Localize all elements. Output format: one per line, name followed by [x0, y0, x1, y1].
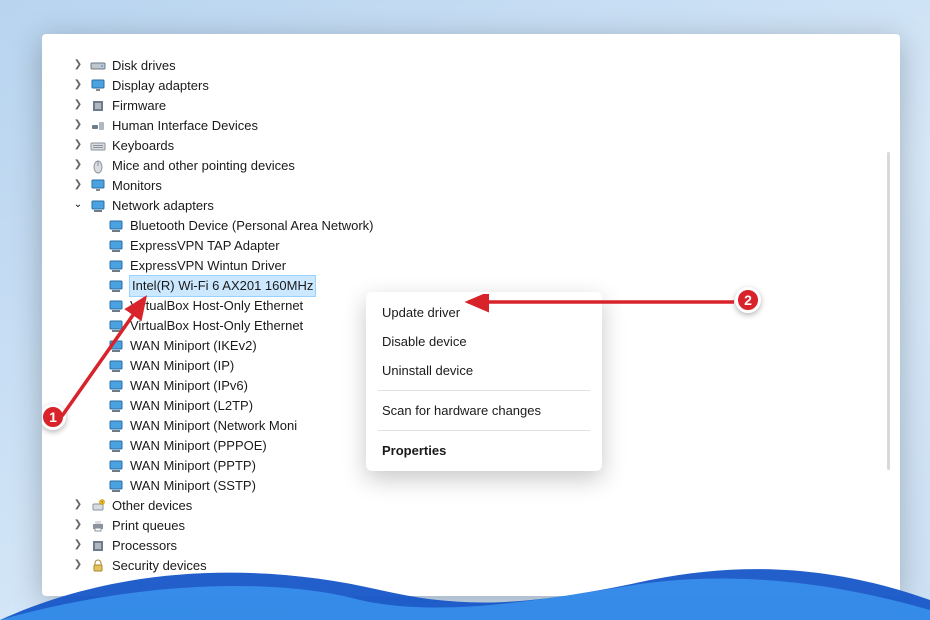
network-adapter-icon — [108, 478, 124, 494]
context-menu-separator — [378, 390, 590, 391]
tree-item-label: WAN Miniport (Network Moni — [130, 416, 297, 436]
print-icon — [90, 518, 106, 534]
context-menu-item[interactable]: Properties — [366, 436, 602, 465]
network-adapter-icon — [108, 238, 124, 254]
tree-item-label: Bluetooth Device (Personal Area Network) — [130, 216, 374, 236]
tree-category-print[interactable]: ❯ Print queues — [70, 516, 900, 536]
display-icon — [90, 78, 106, 94]
tree-category-label: Keyboards — [112, 136, 174, 156]
tree-category-label: Firmware — [112, 96, 166, 116]
keyboards-icon — [90, 138, 106, 154]
monitors-icon — [90, 178, 106, 194]
tree-item-label: WAN Miniport (SSTP) — [130, 476, 256, 496]
chevron-down-icon[interactable]: ⌄ — [72, 199, 84, 211]
tree-category-label: Display adapters — [112, 76, 209, 96]
other-icon — [90, 498, 106, 514]
chevron-right-icon[interactable]: ❯ — [72, 539, 84, 551]
tree-item-label: WAN Miniport (PPPOE) — [130, 436, 267, 456]
tree-item-label: WAN Miniport (L2TP) — [130, 396, 253, 416]
disk-icon — [90, 58, 106, 74]
tree-category-label: Disk drives — [112, 56, 176, 76]
tree-category-firmware[interactable]: ❯ Firmware — [70, 96, 900, 116]
hid-icon — [90, 118, 106, 134]
network-adapter-icon — [108, 438, 124, 454]
tree-category-monitors[interactable]: ❯ Monitors — [70, 176, 900, 196]
tree-category-mice[interactable]: ❯ Mice and other pointing devices — [70, 156, 900, 176]
tree-item-network-2[interactable]: ExpressVPN Wintun Driver — [106, 256, 900, 276]
context-menu-item[interactable]: Disable device — [366, 327, 602, 356]
tree-item-label: Intel(R) Wi-Fi 6 AX201 160MHz — [130, 276, 315, 296]
network-adapter-icon — [108, 358, 124, 374]
context-menu: Update driverDisable deviceUninstall dev… — [366, 292, 602, 471]
tree-category-label: Human Interface Devices — [112, 116, 258, 136]
network-adapter-icon — [108, 378, 124, 394]
tree-category-hid[interactable]: ❯ Human Interface Devices — [70, 116, 900, 136]
context-menu-item[interactable]: Update driver — [366, 298, 602, 327]
tree-item-label: WAN Miniport (IKEv2) — [130, 336, 257, 356]
tree-item-network-13[interactable]: WAN Miniport (SSTP) — [106, 476, 900, 496]
network-adapter-icon — [108, 398, 124, 414]
chevron-right-icon[interactable]: ❯ — [72, 119, 84, 131]
tree-category-other[interactable]: ❯ Other devices — [70, 496, 900, 516]
chevron-right-icon[interactable]: ❯ — [72, 559, 84, 571]
chevron-right-icon[interactable]: ❯ — [72, 59, 84, 71]
tree-category-label: Processors — [112, 536, 177, 556]
tree-category-display[interactable]: ❯ Display adapters — [70, 76, 900, 96]
network-adapter-icon — [108, 298, 124, 314]
tree-category-label: Network adapters — [112, 196, 214, 216]
chevron-right-icon[interactable]: ❯ — [72, 179, 84, 191]
chevron-right-icon[interactable]: ❯ — [72, 519, 84, 531]
annotation-callout-1: 1 — [42, 404, 66, 430]
tree-item-label: WAN Miniport (IP) — [130, 356, 234, 376]
tree-category-network[interactable]: ⌄ Network adapters — [70, 196, 900, 216]
tree-item-label: WAN Miniport (IPv6) — [130, 376, 248, 396]
chevron-right-icon[interactable]: ❯ — [72, 139, 84, 151]
tree-category-keyboards[interactable]: ❯ Keyboards — [70, 136, 900, 156]
scrollbar-vertical[interactable] — [887, 152, 890, 470]
annotation-callout-2: 2 — [735, 287, 761, 313]
tree-item-network-1[interactable]: ExpressVPN TAP Adapter — [106, 236, 900, 256]
firmware-icon — [90, 98, 106, 114]
network-adapter-icon — [108, 218, 124, 234]
cpu-icon — [90, 538, 106, 554]
tree-item-label: WAN Miniport (PPTP) — [130, 456, 256, 476]
tree-category-label: Security devices — [112, 556, 207, 576]
network-adapter-icon — [108, 258, 124, 274]
network-icon — [90, 198, 106, 214]
chevron-right-icon[interactable]: ❯ — [72, 499, 84, 511]
tree-category-label: Other devices — [112, 496, 192, 516]
tree-item-label: ExpressVPN TAP Adapter — [130, 236, 280, 256]
tree-item-label: VirtualBox Host-Only Ethernet — [130, 296, 303, 316]
tree-category-label: Monitors — [112, 176, 162, 196]
network-adapter-icon — [108, 318, 124, 334]
tree-item-label: VirtualBox Host-Only Ethernet — [130, 316, 303, 336]
tree-category-cpu[interactable]: ❯ Processors — [70, 536, 900, 556]
chevron-right-icon[interactable]: ❯ — [72, 79, 84, 91]
network-adapter-icon — [108, 338, 124, 354]
chevron-right-icon[interactable]: ❯ — [72, 159, 84, 171]
tree-category-label: Print queues — [112, 516, 185, 536]
context-menu-separator — [378, 430, 590, 431]
network-adapter-icon — [108, 458, 124, 474]
context-menu-item[interactable]: Scan for hardware changes — [366, 396, 602, 425]
chevron-right-icon[interactable]: ❯ — [72, 99, 84, 111]
sec-icon — [90, 558, 106, 574]
network-adapter-icon — [108, 278, 124, 294]
device-manager-window: ❯ Disk drives ❯ Display adapters ❯ Firmw… — [42, 34, 900, 596]
network-adapter-icon — [108, 418, 124, 434]
context-menu-item[interactable]: Uninstall device — [366, 356, 602, 385]
tree-category-sec[interactable]: ❯ Security devices — [70, 556, 900, 576]
tree-item-label: ExpressVPN Wintun Driver — [130, 256, 286, 276]
tree-item-network-0[interactable]: Bluetooth Device (Personal Area Network) — [106, 216, 900, 236]
tree-category-label: Mice and other pointing devices — [112, 156, 295, 176]
tree-category-disk[interactable]: ❯ Disk drives — [70, 56, 900, 76]
mice-icon — [90, 158, 106, 174]
